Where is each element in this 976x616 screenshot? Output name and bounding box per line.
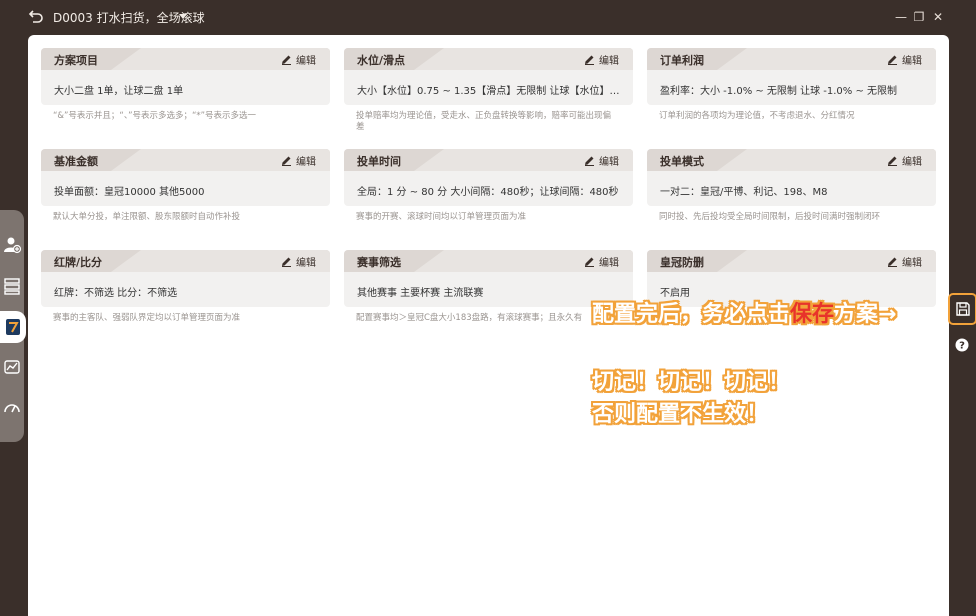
config-card: 投单时间 编辑 全局：1 分 ~ 80 分 大小间隔：480秒；让球间隔：480…: [344, 149, 633, 223]
edit-button[interactable]: 编辑: [281, 254, 316, 269]
card-value: 大小二盘 1单，让球二盘 1单: [54, 86, 184, 97]
config-card: 订单利润 编辑 盈利率：大小 -1.0% ~ 无限制 让球 -1.0% ~ 无限…: [647, 48, 936, 122]
card-hint: “&”号表示并且；“、”号表示多选多；“*”号表示多选一: [53, 111, 257, 121]
pencil-icon: [888, 257, 897, 267]
annotation-line-2: 切记！切记！切记！: [592, 370, 791, 395]
close-icon[interactable]: ✕: [931, 10, 945, 24]
edit-button[interactable]: 编辑: [584, 254, 619, 269]
minimize-icon[interactable]: —: [894, 10, 908, 24]
edit-label: 编辑: [599, 258, 619, 269]
edit-label: 编辑: [902, 157, 922, 168]
edit-label: 编辑: [296, 258, 316, 269]
card-hint: 赛事的开赛、滚球时间均以订单管理页面为准: [356, 212, 527, 222]
edit-button[interactable]: 编辑: [584, 52, 619, 67]
card-box: 订单利润 编辑 盈利率：大小 -1.0% ~ 无限制 让球 -1.0% ~ 无限…: [647, 48, 936, 105]
back-icon[interactable]: [28, 8, 44, 24]
config-card: 投单模式 编辑 一对二：皇冠/平博、利记、198、M8 同时投、先后投均受全局时…: [647, 149, 936, 223]
add-user-icon[interactable]: [2, 235, 22, 255]
edit-label: 编辑: [296, 56, 316, 67]
card-box: 投单模式 编辑 一对二：皇冠/平博、利记、198、M8: [647, 149, 936, 206]
rail-active-item[interactable]: [0, 311, 26, 343]
edit-label: 编辑: [902, 56, 922, 67]
config-card: 红牌/比分 编辑 红牌：不筛选 比分：不筛选 赛事的主客队、强弱队界定均以订单管…: [41, 250, 330, 324]
card-box: 水位/滑点 编辑 大小【水位】0.75 ~ 1.35【滑点】无限制 让球【水位】…: [344, 48, 633, 105]
pencil-icon: [282, 257, 291, 267]
card-title: 投单时间: [357, 155, 401, 168]
config-card: 赛事筛选 编辑 其他赛事 主要杯赛 主流联赛 配置赛事均＞皇冠C盘大小183盘路…: [344, 250, 633, 324]
annotation-text-a: 配置完后，务必点击: [592, 302, 791, 327]
card-value: 全局：1 分 ~ 80 分 大小间隔：480秒；让球间隔：480秒: [357, 187, 619, 198]
annotation-text-save: 保存: [790, 302, 835, 327]
pencil-icon: [585, 156, 594, 166]
card-title: 赛事筛选: [357, 256, 401, 269]
edit-label: 编辑: [296, 157, 316, 168]
card-value: 一对二：皇冠/平博、利记、198、M8: [660, 187, 828, 198]
edit-button[interactable]: 编辑: [281, 52, 316, 67]
card-hint: 赛事的主客队、强弱队界定均以订单管理页面为准: [53, 313, 241, 323]
card-title: 水位/滑点: [357, 54, 406, 67]
card-box: 红牌/比分 编辑 红牌：不筛选 比分：不筛选: [41, 250, 330, 307]
annotation-line-3: 否则配置不生效！: [592, 402, 769, 427]
edit-button[interactable]: 编辑: [584, 153, 619, 168]
card-box: 投单时间 编辑 全局：1 分 ~ 80 分 大小间隔：480秒；让球间隔：480…: [344, 149, 633, 206]
edit-button[interactable]: 编辑: [281, 153, 316, 168]
pencil-icon: [282, 156, 291, 166]
app-icon[interactable]: [4, 317, 22, 337]
card-title: 投单模式: [660, 155, 704, 168]
svg-text:?: ?: [959, 341, 965, 352]
card-value: 投单面额：皇冠10000 其他5000: [54, 187, 205, 198]
edit-button[interactable]: 编辑: [887, 254, 922, 269]
edit-button[interactable]: 编辑: [887, 52, 922, 67]
edit-label: 编辑: [902, 258, 922, 269]
card-hint: 默认大单分投，单注限额、股东限额时自动作补投: [53, 212, 241, 222]
help-icon[interactable]: ?: [955, 338, 969, 352]
card-box: 基准金额 编辑 投单面额：皇冠10000 其他5000: [41, 149, 330, 206]
card-box: 赛事筛选 编辑 其他赛事 主要杯赛 主流联赛: [344, 250, 633, 307]
edit-button[interactable]: 编辑: [887, 153, 922, 168]
save-icon: [956, 302, 970, 316]
card-value: 红牌：不筛选 比分：不筛选: [54, 288, 178, 299]
card-value: 大小【水位】0.75 ~ 1.35【滑点】无限制 让球【水位】0.…: [357, 86, 621, 97]
server-icon[interactable]: [2, 276, 22, 296]
chart-icon[interactable]: [2, 357, 22, 377]
edit-label: 编辑: [599, 56, 619, 67]
card-title: 订单利润: [660, 54, 704, 67]
config-card: 基准金额 编辑 投单面额：皇冠10000 其他5000 默认大单分投，单注限额、…: [41, 149, 330, 223]
restore-icon[interactable]: ❐: [912, 10, 926, 24]
pencil-icon: [282, 55, 291, 65]
pencil-icon: [888, 156, 897, 166]
config-card: 水位/滑点 编辑 大小【水位】0.75 ~ 1.35【滑点】无限制 让球【水位】…: [344, 48, 633, 133]
card-box: 方案项目 编辑 大小二盘 1单，让球二盘 1单: [41, 48, 330, 105]
card-title: 红牌/比分: [54, 256, 103, 269]
card-value: 其他赛事 主要杯赛 主流联赛: [357, 288, 484, 299]
card-value: 盈利率：大小 -1.0% ~ 无限制 让球 -1.0% ~ 无限制: [660, 86, 898, 97]
save-reminder-annotation: 配置完后，务必点击保存方案→: [592, 296, 896, 328]
save-button[interactable]: [948, 293, 976, 325]
card-title: 方案项目: [54, 54, 98, 67]
annotation-text-c: 方案→: [834, 302, 897, 327]
pencil-icon: [585, 257, 594, 267]
caret-down-icon[interactable]: [179, 14, 187, 19]
card-hint: 同时投、先后投均受全局时间限制，后投时间满时强制闭环: [659, 212, 881, 222]
config-card: 方案项目 编辑 大小二盘 1单，让球二盘 1单 “&”号表示并且；“、”号表示多…: [41, 48, 330, 122]
title-bar: D0003 打水扫货，全场滚球 — ❐ ✕: [0, 0, 976, 34]
card-hint: 配置赛事均＞皇冠C盘大小183盘路，有滚球赛事；且永久有: [356, 313, 583, 323]
edit-label: 编辑: [599, 157, 619, 168]
pencil-icon: [888, 55, 897, 65]
card-hint: 投单赔率均为理论值，受走水、正负盘转换等影响，赔率可能出现偏差: [356, 111, 612, 132]
card-title: 基准金额: [54, 155, 98, 168]
card-title: 皇冠防删: [660, 256, 704, 269]
gauge-icon[interactable]: [2, 398, 22, 418]
card-hint: 订单利润的各项均为理论值，不考虑退水、分红情况: [659, 111, 855, 121]
pencil-icon: [585, 55, 594, 65]
